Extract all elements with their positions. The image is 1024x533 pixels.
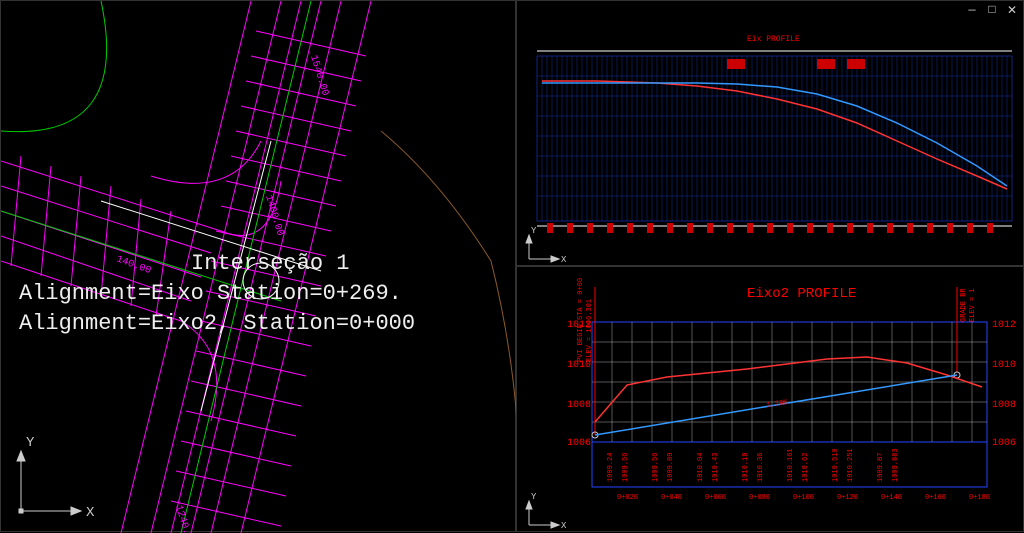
profile2-title: Eixo2 PROFILE — [747, 286, 856, 302]
svg-text:1012: 1012 — [567, 320, 591, 331]
svg-text:1009.883: 1009.883 — [892, 448, 900, 482]
svg-text:1010.161: 1010.161 — [787, 448, 795, 482]
profile1-chart[interactable]: Eix PROFILE Y X — [517, 1, 1024, 267]
svg-text:0+040: 0+040 — [661, 494, 682, 502]
svg-text:Y: Y — [531, 226, 537, 236]
svg-text:0+180: 0+180 — [969, 494, 990, 502]
svg-text:1008: 1008 — [567, 400, 591, 411]
plan-drawing[interactable]: 1540.00 1400.00 140.00 1240.00 Y X — [1, 1, 517, 533]
svg-text:1006: 1006 — [992, 438, 1016, 449]
svg-text:Y: Y — [531, 492, 537, 502]
svg-text:1009.56: 1009.56 — [622, 453, 630, 482]
svg-text:1012: 1012 — [992, 320, 1016, 331]
close-button[interactable]: ✕ — [1005, 3, 1019, 17]
svg-text:0+060: 0+060 — [705, 494, 726, 502]
window-controls: — □ ✕ — [961, 1, 1023, 19]
minimize-button[interactable]: — — [965, 3, 979, 17]
axis-x-label: X — [86, 505, 95, 521]
svg-text:1009.56: 1009.56 — [652, 453, 660, 482]
svg-text:0+100: 0+100 — [793, 494, 814, 502]
svg-text:1010.510: 1010.510 — [832, 448, 840, 482]
svg-text:GRADE BR: GRADE BR — [960, 288, 968, 322]
plan-view-panel[interactable]: 1540.00 1400.00 140.00 1240.00 Y X Inter… — [0, 0, 516, 532]
svg-text:0+140: 0+140 — [881, 494, 902, 502]
svg-text:1009.89: 1009.89 — [667, 453, 675, 482]
svg-text:ELEV = 1: ELEV = 1 — [969, 288, 977, 322]
svg-text:1009.24: 1009.24 — [607, 453, 615, 482]
svg-text:1.78%: 1.78% — [766, 399, 789, 410]
svg-text:1010.251: 1010.251 — [847, 448, 855, 482]
axis-y-label: Y — [26, 435, 35, 451]
svg-text:1010.43: 1010.43 — [712, 453, 720, 482]
svg-text:1010: 1010 — [567, 360, 591, 371]
svg-text:1009.87: 1009.87 — [877, 453, 885, 482]
svg-text:X: X — [561, 521, 567, 531]
profile2-panel[interactable]: Eixo2 PROFILE PVI BEGIN STA = 0+00 — [516, 266, 1024, 532]
svg-text:1010.62: 1010.62 — [802, 453, 810, 482]
profile2-chart[interactable]: Eixo2 PROFILE PVI BEGIN STA = 0+00 — [517, 267, 1024, 533]
profile1-title: Eix PROFILE — [747, 35, 800, 44]
svg-text:X: X — [561, 255, 567, 265]
svg-text:0+020: 0+020 — [617, 494, 638, 502]
svg-text:1006: 1006 — [567, 438, 591, 449]
profile1-panel[interactable]: — □ ✕ — [516, 0, 1024, 266]
svg-text:0+160: 0+160 — [925, 494, 946, 502]
svg-text:0+080: 0+080 — [749, 494, 770, 502]
svg-text:1010.04: 1010.04 — [697, 453, 705, 482]
svg-text:1010.19: 1010.19 — [742, 453, 750, 482]
svg-text:0+120: 0+120 — [837, 494, 858, 502]
svg-text:1010: 1010 — [992, 360, 1016, 371]
svg-text:1008: 1008 — [992, 400, 1016, 411]
maximize-button[interactable]: □ — [985, 3, 999, 17]
svg-text:1010.36: 1010.36 — [757, 453, 765, 482]
